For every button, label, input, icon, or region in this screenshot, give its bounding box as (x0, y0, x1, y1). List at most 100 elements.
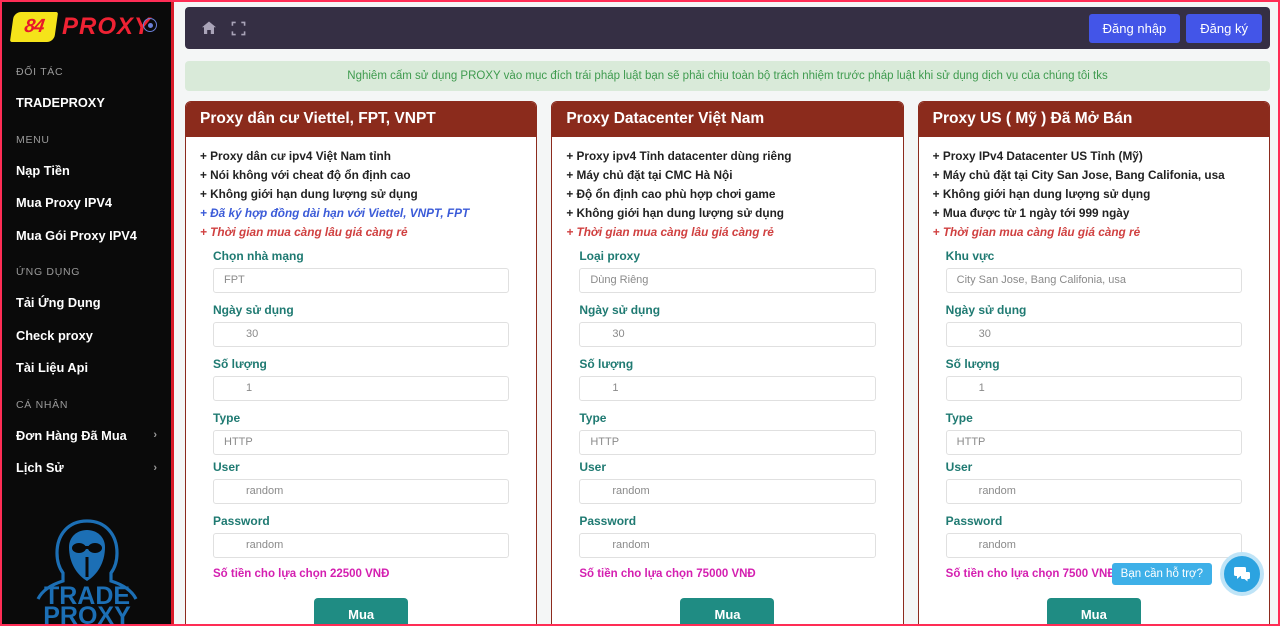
field-label: Ngày sử dụng (945, 302, 1027, 317)
field-group-password: Password (579, 513, 876, 558)
days-input[interactable] (579, 321, 876, 347)
sidebar-item-tradeproxy[interactable]: TRADEPROXY (2, 87, 171, 120)
field-group-proxy-type: Loại proxy (579, 249, 876, 293)
warning-alert-banner: Nghiêm cấm sử dụng PROXY vào mục đích tr… (185, 61, 1270, 91)
sidebar-item-mua-goi-proxy-ipv4[interactable]: Mua Gói Proxy IPV4 (2, 220, 171, 253)
sidebar-item-tai-lieu-api[interactable]: Tài Liệu Api (2, 352, 171, 385)
field-label: Số lượng (579, 356, 634, 371)
field-label: Password (213, 513, 270, 528)
sidebar-item-check-proxy[interactable]: Check proxy (2, 320, 171, 353)
logo-text-proxy: PROXY (62, 13, 152, 40)
field-group-password: Password (213, 513, 510, 558)
buy-button-wrap: Mua (579, 597, 875, 624)
sidebar-item-label: Check proxy (16, 327, 93, 343)
feature-item: + Máy chủ đặt tại City San Jose, Bang Ca… (932, 168, 1225, 183)
buy-button-wrap: Mua (213, 597, 509, 624)
feature-item: + Proxy dân cư ipv4 Việt Nam tỉnh (200, 149, 391, 163)
field-label: Số lượng (213, 356, 267, 371)
sidebar-item-label: TRADEPROXY (16, 95, 105, 110)
sidebar-item-nap-tien[interactable]: Nạp Tiền (2, 155, 171, 188)
days-input[interactable] (213, 321, 510, 347)
password-input[interactable] (579, 532, 876, 558)
target-icon[interactable] (143, 18, 157, 32)
field-label: User (945, 459, 973, 474)
price-text: Số tiền cho lựa chọn 75000 VNĐ (579, 567, 756, 580)
order-form: Chọn nhà mạng Ngày sử dụng Số lượng Type (200, 249, 522, 624)
region-select[interactable] (945, 267, 1242, 293)
field-label: Password (945, 513, 1003, 528)
field-group-days: Ngày sử dụng (213, 302, 510, 347)
feature-item: + Máy chủ đặt tại CMC Hà Nội (566, 168, 733, 183)
field-label: Type (945, 410, 973, 425)
field-label: User (579, 459, 607, 474)
card-title: Proxy Datacenter Việt Nam (552, 102, 903, 137)
field-label: Password (579, 513, 637, 528)
topbar-icon-group (201, 20, 246, 36)
field-label: Số lượng (945, 356, 1000, 371)
feature-item: + Thời gian mua càng lâu giá càng rẻ (932, 225, 1141, 240)
field-group-user: User (945, 459, 1242, 504)
provider-select[interactable] (213, 267, 510, 293)
card-body: + Proxy IPv4 Datacenter US Tỉnh (Mỹ) + M… (919, 137, 1269, 624)
hooded-figure-icon: TRADE PROXY (36, 519, 137, 624)
home-icon[interactable] (201, 20, 217, 36)
sidebar-item-label: Mua Proxy IPV4 (16, 195, 113, 211)
buy-button[interactable]: Mua (1046, 597, 1141, 624)
product-card-us: Proxy US ( Mỹ ) Đã Mở Bán + Proxy IPv4 D… (917, 101, 1270, 624)
sidebar-nav: ĐỐI TÁC TRADEPROXY MENU Nạp Tiền Mua Pro… (2, 52, 171, 485)
feature-item: + Nói không với cheat độ ổn định cao (200, 168, 411, 183)
sidebar-logo[interactable]: 84 PROXY (2, 2, 171, 52)
feature-item: + Không giới hạn dung lượng sử dụng (566, 206, 784, 221)
sidebar-item-tai-ung-dung[interactable]: Tải Ứng Dụng (2, 287, 171, 320)
topbar: Đăng nhập Đăng ký (185, 7, 1270, 49)
feature-item: + Độ ổn định cao phù hợp chơi game (566, 187, 776, 202)
field-group-quantity: Số lượng (213, 356, 510, 401)
sidebar-section-title: MENU (16, 133, 50, 146)
user-input[interactable] (579, 478, 876, 504)
register-button[interactable]: Đăng ký (1186, 13, 1262, 43)
chat-support-widget[interactable]: Bạn cần hỗ trợ? (1111, 552, 1264, 596)
proxy-type-select[interactable] (579, 267, 876, 293)
quantity-input[interactable] (945, 375, 1242, 401)
sidebar-item-label: Mua Gói Proxy IPV4 (16, 227, 137, 243)
field-label: Ngày sử dụng (213, 302, 294, 317)
login-button[interactable]: Đăng nhập (1088, 13, 1181, 43)
feature-item: + Proxy IPv4 Datacenter US Tỉnh (Mỹ) (932, 149, 1143, 163)
field-group-type: Type (213, 411, 510, 455)
feature-item: + Proxy ipv4 Tỉnh datacenter dùng riêng (566, 149, 792, 163)
type-select[interactable] (579, 429, 876, 455)
chevron-right-icon: › (153, 461, 157, 474)
chat-bubble-icon[interactable] (1220, 552, 1264, 596)
field-label: Ngày sử dụng (579, 302, 661, 317)
field-group-type: Type (945, 410, 1242, 455)
buy-button[interactable]: Mua (680, 597, 775, 624)
field-label: Khu vực (945, 248, 995, 263)
field-group-password: Password (945, 513, 1242, 558)
quantity-input[interactable] (213, 375, 510, 401)
feature-item: + Không giới hạn dung lượng sử dụng (932, 187, 1151, 202)
feature-item: + Đã ký hợp đồng dài hạn với Viettel, VN… (200, 206, 470, 221)
user-input[interactable] (213, 478, 510, 504)
field-group-region: Khu vực (945, 248, 1242, 293)
quantity-input[interactable] (579, 375, 876, 401)
card-title: Proxy US ( Mỹ ) Đã Mở Bán (918, 102, 1269, 137)
password-input[interactable] (213, 532, 510, 558)
field-label: User (213, 459, 240, 474)
sidebar-section-title: ỨNG DỤNG (16, 266, 81, 279)
type-select[interactable] (213, 429, 510, 455)
user-input[interactable] (945, 478, 1242, 504)
field-group-user: User (579, 459, 876, 504)
fullscreen-icon[interactable] (231, 21, 246, 36)
feature-item: + Mua được từ 1 ngày tới 999 ngày (932, 206, 1130, 221)
field-group-days: Ngày sử dụng (945, 302, 1242, 347)
sidebar-item-mua-proxy-ipv4[interactable]: Mua Proxy IPV4 (2, 187, 171, 220)
sidebar-item-lich-su[interactable]: Lịch Sử › (2, 452, 171, 485)
days-input[interactable] (945, 321, 1242, 347)
card-title: Proxy dân cư Viettel, FPT, VNPT (186, 102, 537, 137)
sidebar-item-don-hang-da-mua[interactable]: Đơn Hàng Đã Mua › (2, 420, 171, 453)
product-card-datacenter-vn: Proxy Datacenter Việt Nam + Proxy ipv4 T… (551, 101, 904, 624)
feature-list: + Proxy IPv4 Datacenter US Tỉnh (Mỹ) + M… (933, 147, 1255, 243)
buy-button[interactable]: Mua (314, 597, 409, 624)
type-select[interactable] (945, 429, 1242, 455)
field-group-type: Type (579, 411, 876, 455)
